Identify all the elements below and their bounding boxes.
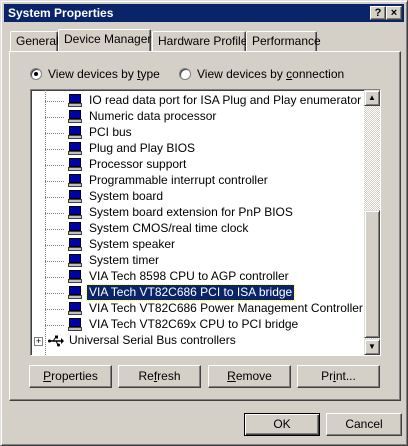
system-device-icon [68, 222, 82, 235]
system-device-icon [68, 254, 82, 267]
tab-hardware-profiles[interactable]: Hardware Profiles [152, 31, 253, 51]
device-label: PCI bus [89, 125, 132, 139]
close-button[interactable]: × [386, 6, 402, 20]
refresh-button[interactable]: Refresh [118, 365, 201, 388]
system-device-icon [68, 206, 82, 219]
tree-connector [45, 261, 65, 262]
system-device-icon [68, 270, 82, 283]
view-by-type-label: View devices by type [48, 67, 160, 81]
view-by-type-option[interactable]: View devices by type [30, 67, 160, 81]
print-button[interactable]: Print... [297, 365, 380, 388]
tree-connector [45, 117, 65, 118]
vertical-scrollbar[interactable]: ▲ ▼ [364, 90, 380, 355]
scroll-up-button[interactable]: ▲ [364, 90, 380, 106]
device-label: VIA Tech 8598 CPU to AGP controller [89, 269, 289, 283]
view-by-connection-option[interactable]: View devices by connection [179, 67, 344, 81]
system-device-icon [68, 302, 82, 315]
tab-device-manager-label: Device Manager [64, 32, 152, 46]
remove-button[interactable]: Remove [208, 365, 291, 388]
tree-connector [45, 245, 65, 246]
tab-performance-label: Performance [252, 34, 321, 48]
scroll-down-button[interactable]: ▼ [364, 339, 380, 355]
ok-button[interactable]: OK [244, 413, 320, 436]
tab-hardware-profiles-label: Hardware Profiles [158, 34, 254, 48]
system-device-icon [68, 174, 82, 187]
device-label: Processor support [89, 157, 187, 171]
device-tree[interactable]: IO read data port for ISA Plug and Play … [30, 89, 381, 356]
view-by-type-radio[interactable] [30, 68, 42, 80]
system-device-icon [68, 286, 82, 299]
device-label: VIA Tech VT82C69x CPU to PCI bridge [89, 317, 299, 331]
title-bar[interactable]: System Properties ? × [4, 4, 404, 22]
device-label: System CMOS/real time clock [89, 221, 249, 235]
device-label: System speaker [89, 237, 176, 251]
tab-general[interactable]: General [10, 31, 59, 51]
tab-performance[interactable]: Performance [246, 31, 321, 51]
tab-general-label: General [16, 34, 59, 48]
system-device-icon [68, 142, 82, 155]
help-button[interactable]: ? [370, 6, 386, 20]
system-properties-window: System Properties ? × General Device Man… [0, 0, 408, 446]
tree-connector [45, 181, 65, 182]
tree-connector [45, 197, 65, 198]
window-title: System Properties [8, 6, 114, 20]
tree-connector [45, 277, 65, 278]
system-device-icon [68, 126, 82, 139]
system-device-icon [68, 158, 82, 171]
device-label: Numeric data processor [89, 109, 217, 123]
tab-device-manager[interactable]: Device Manager [58, 29, 151, 51]
system-device-icon [68, 190, 82, 203]
device-label: System timer [89, 253, 160, 267]
tree-connector [45, 309, 65, 310]
system-device-icon [68, 238, 82, 251]
expand-icon[interactable]: + [34, 337, 43, 346]
system-device-icon [68, 318, 82, 331]
system-device-icon [68, 94, 82, 107]
tree-connector [45, 133, 65, 134]
tree-connector [45, 229, 65, 230]
scroll-thumb[interactable] [364, 210, 380, 338]
tree-connector [45, 165, 65, 166]
device-label: VIA Tech VT82C686 Power Management Contr… [89, 301, 363, 315]
cancel-button[interactable]: Cancel [326, 413, 402, 436]
device-label: IO read data port for ISA Plug and Play … [89, 93, 362, 107]
tree-connector [45, 213, 65, 214]
device-label: System board [89, 189, 164, 203]
view-by-connection-label: View devices by connection [197, 67, 345, 81]
usb-category-label: Universal Serial Bus controllers [69, 333, 236, 347]
tree-connector [45, 325, 65, 326]
properties-button[interactable]: Properties [29, 365, 112, 388]
device-label: Programmable interrupt controller [89, 173, 268, 187]
system-device-icon [68, 110, 82, 123]
usb-icon [48, 335, 64, 347]
device-label: Plug and Play BIOS [89, 141, 196, 155]
tree-connector [45, 101, 65, 102]
device-label: VIA Tech VT82C686 PCI to ISA bridge [85, 284, 296, 301]
view-by-connection-radio[interactable] [179, 68, 191, 80]
tree-connector-line [45, 90, 46, 355]
tree-connector [45, 149, 65, 150]
device-label: System board extension for PnP BIOS [89, 205, 293, 219]
tree-connector [45, 293, 65, 294]
